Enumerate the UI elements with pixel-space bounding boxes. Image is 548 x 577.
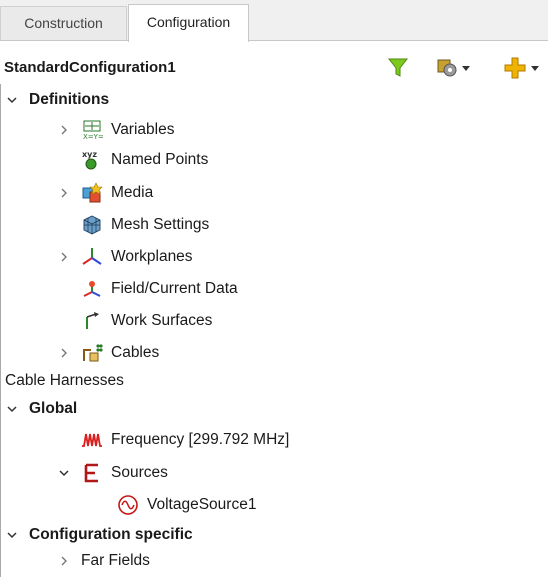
add-dropdown-icon[interactable] (504, 57, 548, 79)
tree-label: VoltageSource1 (147, 496, 257, 513)
work-surfaces-icon (81, 310, 103, 332)
tree-label: Media (111, 184, 154, 201)
tree-label: Configuration specific (29, 526, 193, 543)
media-icon (81, 182, 103, 204)
tree-node-definitions[interactable]: Definitions (5, 85, 109, 115)
frequency-icon (81, 429, 103, 451)
tree-node-field-current-data[interactable]: Field/Current Data (81, 274, 238, 304)
mesh-settings-icon (81, 214, 103, 236)
chevron-down-icon[interactable] (5, 402, 19, 416)
tree-node-sources[interactable]: Sources (57, 458, 168, 488)
tree-node-work-surfaces[interactable]: Work Surfaces (81, 306, 212, 336)
tree-node-variables[interactable]: X=Y= Variables (57, 115, 174, 145)
tree-node-far-fields[interactable]: Far Fields (57, 546, 150, 576)
tree-label: Work Surfaces (111, 312, 213, 329)
tree-node-global[interactable]: Global (5, 394, 77, 424)
tree-label: Global (29, 400, 78, 417)
tree-label: Workplanes (111, 248, 193, 265)
tree-label: Far Fields (81, 552, 150, 569)
named-points-icon: xyz (81, 149, 103, 171)
tree-node-cables[interactable]: Cables (57, 338, 159, 368)
tab-configuration[interactable]: Configuration (128, 4, 249, 42)
chevron-down-icon[interactable] (5, 93, 19, 107)
tree-node-workplanes[interactable]: Workplanes (57, 242, 193, 272)
tree-label: Mesh Settings (111, 216, 210, 233)
chevron-down-icon[interactable] (5, 528, 19, 542)
chevron-right-icon[interactable] (57, 250, 71, 264)
field-current-data-icon (81, 278, 103, 300)
tree-label: Field/Current Data (111, 280, 238, 297)
gear-dropdown-icon[interactable] (436, 57, 474, 79)
tree-node-named-points[interactable]: xyz Named Points (81, 145, 208, 175)
tree-label: Named Points (111, 151, 209, 168)
chevron-right-icon[interactable] (57, 554, 71, 568)
svg-text:X=Y=: X=Y= (83, 133, 103, 141)
tree-node-media[interactable]: Media (57, 178, 153, 208)
configuration-tree: Definitions X=Y= Variables xyz Named Poi… (0, 84, 548, 577)
tree-node-voltage-source[interactable]: VoltageSource1 (117, 490, 256, 520)
tree-label: Variables (111, 121, 175, 138)
variables-icon: X=Y= (81, 119, 103, 141)
chevron-down-icon[interactable] (57, 466, 71, 480)
tree-label: Frequency [299.792 MHz] (111, 431, 290, 448)
tab-divider (0, 40, 548, 41)
voltage-source-icon (117, 494, 139, 516)
tree-label: Cable Harnesses (5, 372, 124, 389)
configuration-title: StandardConfiguration1 (4, 59, 176, 76)
tree-label: Sources (111, 464, 168, 481)
chevron-right-icon[interactable] (57, 186, 71, 200)
workplanes-icon (81, 246, 103, 268)
tree-node-cable-harnesses[interactable]: Cable Harnesses (5, 366, 124, 396)
tree-header: StandardConfiguration1 (0, 52, 548, 82)
tree-node-mesh-settings[interactable]: Mesh Settings (81, 210, 209, 240)
chevron-right-icon[interactable] (57, 346, 71, 360)
cables-icon (81, 342, 103, 364)
tree-label: Cables (111, 344, 160, 361)
tab-construction[interactable]: Construction (0, 6, 127, 40)
tree-label: Definitions (29, 91, 110, 108)
tree-node-frequency[interactable]: Frequency [299.792 MHz] (81, 425, 289, 455)
filter-icon[interactable] (388, 57, 408, 79)
sources-icon (81, 462, 103, 484)
svg-text:xyz: xyz (82, 150, 97, 159)
chevron-right-icon[interactable] (57, 123, 71, 137)
